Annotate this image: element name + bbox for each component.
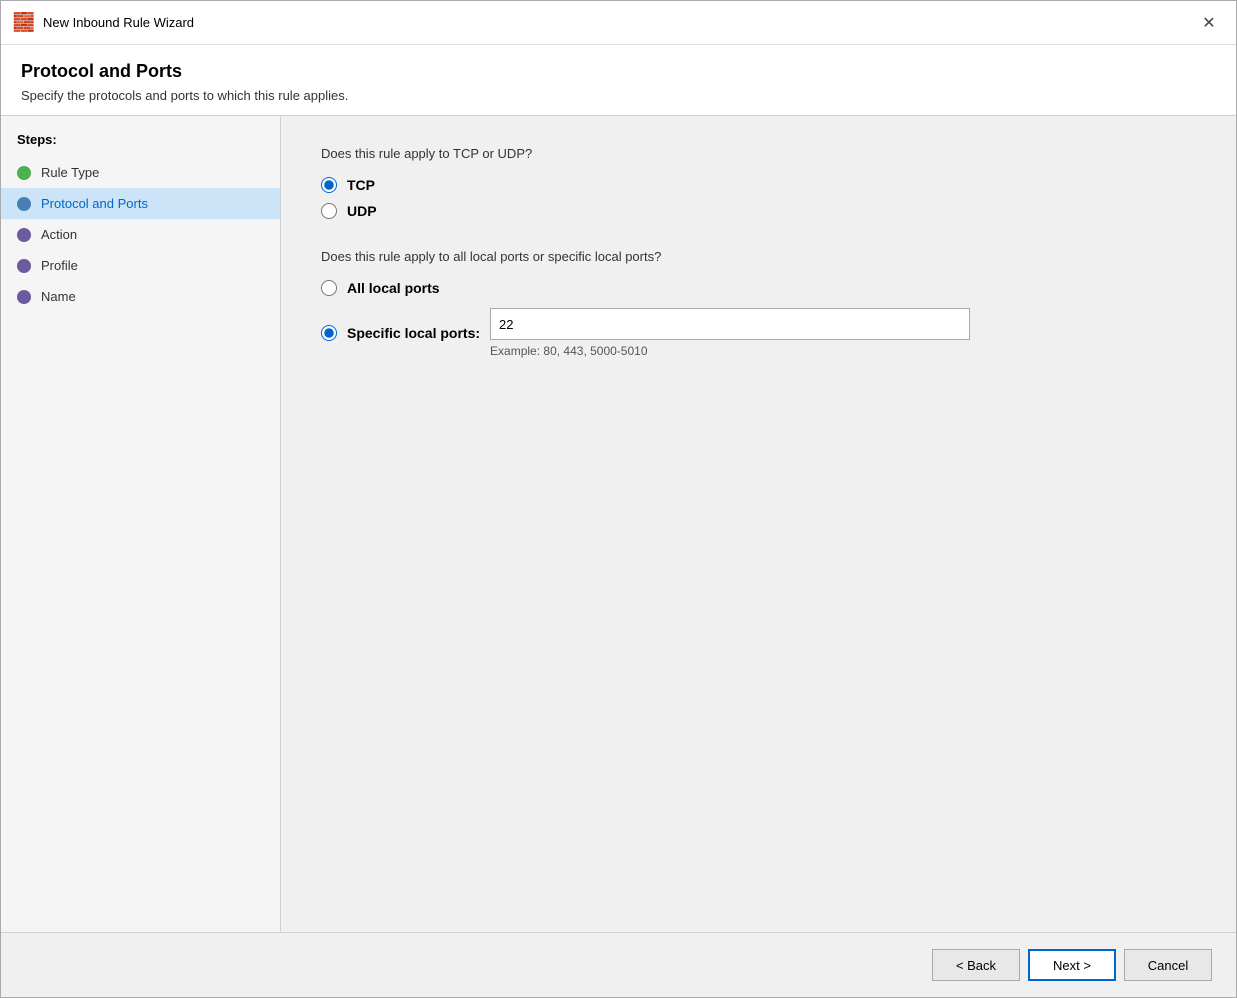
ports-question: Does this rule apply to all local ports … (321, 249, 1196, 264)
step-label-rule-type: Rule Type (41, 165, 99, 180)
sidebar-item-protocol-ports[interactable]: Protocol and Ports (1, 188, 280, 219)
ports-radio-group: All local ports Specific local ports: Ex… (321, 280, 1196, 358)
title-bar-left: 🧱 New Inbound Rule Wizard (13, 12, 194, 34)
app-icon: 🧱 (13, 12, 35, 34)
sidebar-item-profile[interactable]: Profile (1, 250, 280, 281)
sidebar: Steps: Rule Type Protocol and Ports Acti… (1, 116, 281, 932)
tcp-radio[interactable] (321, 177, 337, 193)
dialog-window: 🧱 New Inbound Rule Wizard ✕ Protocol and… (0, 0, 1237, 998)
cancel-button[interactable]: Cancel (1124, 949, 1212, 981)
all-local-ports-radio[interactable] (321, 280, 337, 296)
steps-label: Steps: (1, 132, 280, 157)
step-label-name: Name (41, 289, 76, 304)
specific-local-ports-option[interactable]: Specific local ports: (321, 325, 480, 341)
step-dot-protocol-ports (17, 197, 31, 211)
step-dot-profile (17, 259, 31, 273)
all-local-ports-option[interactable]: All local ports (321, 280, 1196, 296)
tcp-udp-radio-group: TCP UDP (321, 177, 1196, 219)
ports-input[interactable] (490, 308, 970, 340)
step-dot-rule-type (17, 166, 31, 180)
footer: < Back Next > Cancel (1, 932, 1236, 997)
all-local-ports-label: All local ports (347, 280, 440, 296)
specific-local-ports-label: Specific local ports: (347, 325, 480, 341)
close-button[interactable]: ✕ (1194, 8, 1224, 38)
tcp-label: TCP (347, 177, 375, 193)
next-button[interactable]: Next > (1028, 949, 1116, 981)
ports-section: Does this rule apply to all local ports … (321, 249, 1196, 358)
udp-label: UDP (347, 203, 377, 219)
sidebar-item-name[interactable]: Name (1, 281, 280, 312)
content-area: Steps: Rule Type Protocol and Ports Acti… (1, 116, 1236, 932)
sidebar-item-action[interactable]: Action (1, 219, 280, 250)
step-dot-action (17, 228, 31, 242)
step-label-action: Action (41, 227, 77, 242)
back-button[interactable]: < Back (932, 949, 1020, 981)
specific-ports-row: Specific local ports: Example: 80, 443, … (321, 308, 1196, 358)
tcp-option[interactable]: TCP (321, 177, 1196, 193)
step-label-profile: Profile (41, 258, 78, 273)
dialog-title: New Inbound Rule Wizard (43, 15, 194, 30)
step-dot-name (17, 290, 31, 304)
udp-option[interactable]: UDP (321, 203, 1196, 219)
page-subtitle: Specify the protocols and ports to which… (21, 88, 1216, 103)
ports-input-group: Example: 80, 443, 5000-5010 (490, 308, 970, 358)
ports-example: Example: 80, 443, 5000-5010 (490, 344, 970, 358)
udp-radio[interactable] (321, 203, 337, 219)
sidebar-item-rule-type[interactable]: Rule Type (1, 157, 280, 188)
title-bar: 🧱 New Inbound Rule Wizard ✕ (1, 1, 1236, 45)
header-section: Protocol and Ports Specify the protocols… (1, 45, 1236, 116)
step-label-protocol-ports: Protocol and Ports (41, 196, 148, 211)
specific-local-ports-radio[interactable] (321, 325, 337, 341)
page-title: Protocol and Ports (21, 61, 1216, 82)
tcp-udp-question: Does this rule apply to TCP or UDP? (321, 146, 1196, 161)
main-content: Does this rule apply to TCP or UDP? TCP … (281, 116, 1236, 932)
